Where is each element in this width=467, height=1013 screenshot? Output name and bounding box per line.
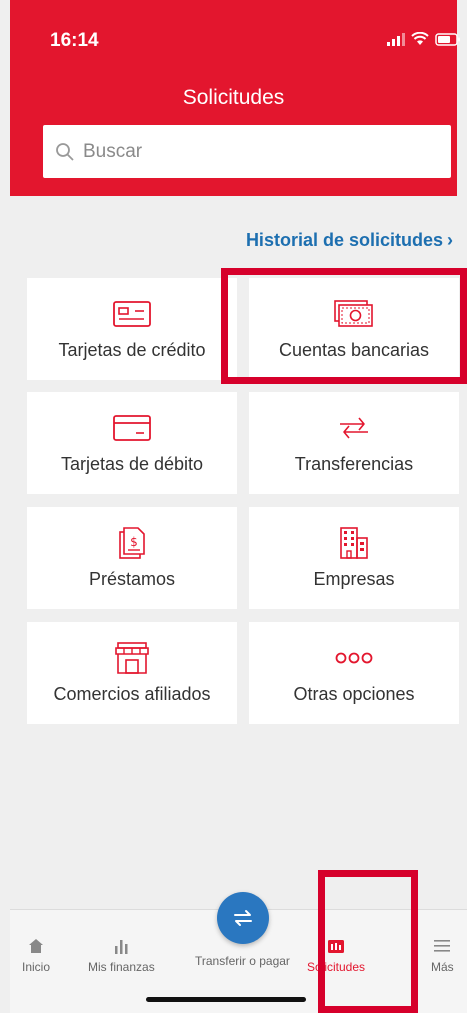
menu-icon [434,936,451,956]
card-label: Tarjetas de débito [60,453,204,474]
card-tarjetas-debito[interactable]: Tarjetas de débito [27,392,237,494]
search-box[interactable] [43,125,451,178]
home-icon [28,936,44,956]
battery-icon [435,32,460,46]
tab-label: Mis finanzas [88,960,155,974]
tab-inicio[interactable]: Inicio [22,936,50,974]
tab-mas[interactable]: Más [431,936,454,974]
loan-document-icon: $ [117,526,147,559]
bar-chart-icon [113,936,129,956]
card-prestamos[interactable]: $ Préstamos [27,507,237,609]
tab-label: Inicio [22,960,51,974]
card-label: Empresas [313,568,395,589]
card-transferencias[interactable]: Transferencias [249,392,459,494]
transfer-arrows-icon [334,412,374,444]
debit-card-icon [112,412,152,444]
highlight-frame-solicitudes [318,870,418,1013]
search-input[interactable] [83,140,423,163]
tab-transferir-o-pagar[interactable]: Transferir o pagar [195,954,290,968]
header: 16:14 Solicitudes [10,0,460,196]
tab-label: Más [431,960,454,974]
status-time: 16:14 [50,30,99,51]
card-label: Otras opciones [293,683,415,704]
chevron-right-icon: › [447,230,453,250]
page-title: Solicitudes [182,86,285,109]
svg-text:$: $ [130,535,138,549]
swap-icon [234,910,252,926]
card-empresas[interactable]: Empresas [249,507,459,609]
history-link[interactable]: Historial de solicitudes › [246,230,453,251]
store-icon [113,641,151,674]
credit-card-icon [112,298,152,330]
history-link-label: Historial de solicitudes [245,230,443,250]
card-label: Tarjetas de crédito [58,339,206,360]
card-comercios-afiliados[interactable]: Comercios afiliados [27,622,237,724]
highlight-frame-cuentas [221,268,467,384]
tab-mis-finanzas[interactable]: Mis finanzas [88,936,155,974]
card-label: Préstamos [88,568,176,589]
buildings-icon [337,526,371,559]
card-label: Transferencias [294,453,414,474]
tab-label: Transferir o pagar [195,954,290,968]
wifi-icon [411,32,429,45]
more-options-icon [334,642,374,674]
home-indicator [146,997,306,1002]
transfer-fab-button[interactable] [217,892,269,944]
signal-icon [387,32,405,46]
status-icons [387,30,461,48]
card-label: Comercios afiliados [53,683,211,704]
card-otras-opciones[interactable]: Otras opciones [249,622,459,724]
card-tarjetas-credito[interactable]: Tarjetas de crédito [27,278,237,380]
search-icon [56,142,74,161]
